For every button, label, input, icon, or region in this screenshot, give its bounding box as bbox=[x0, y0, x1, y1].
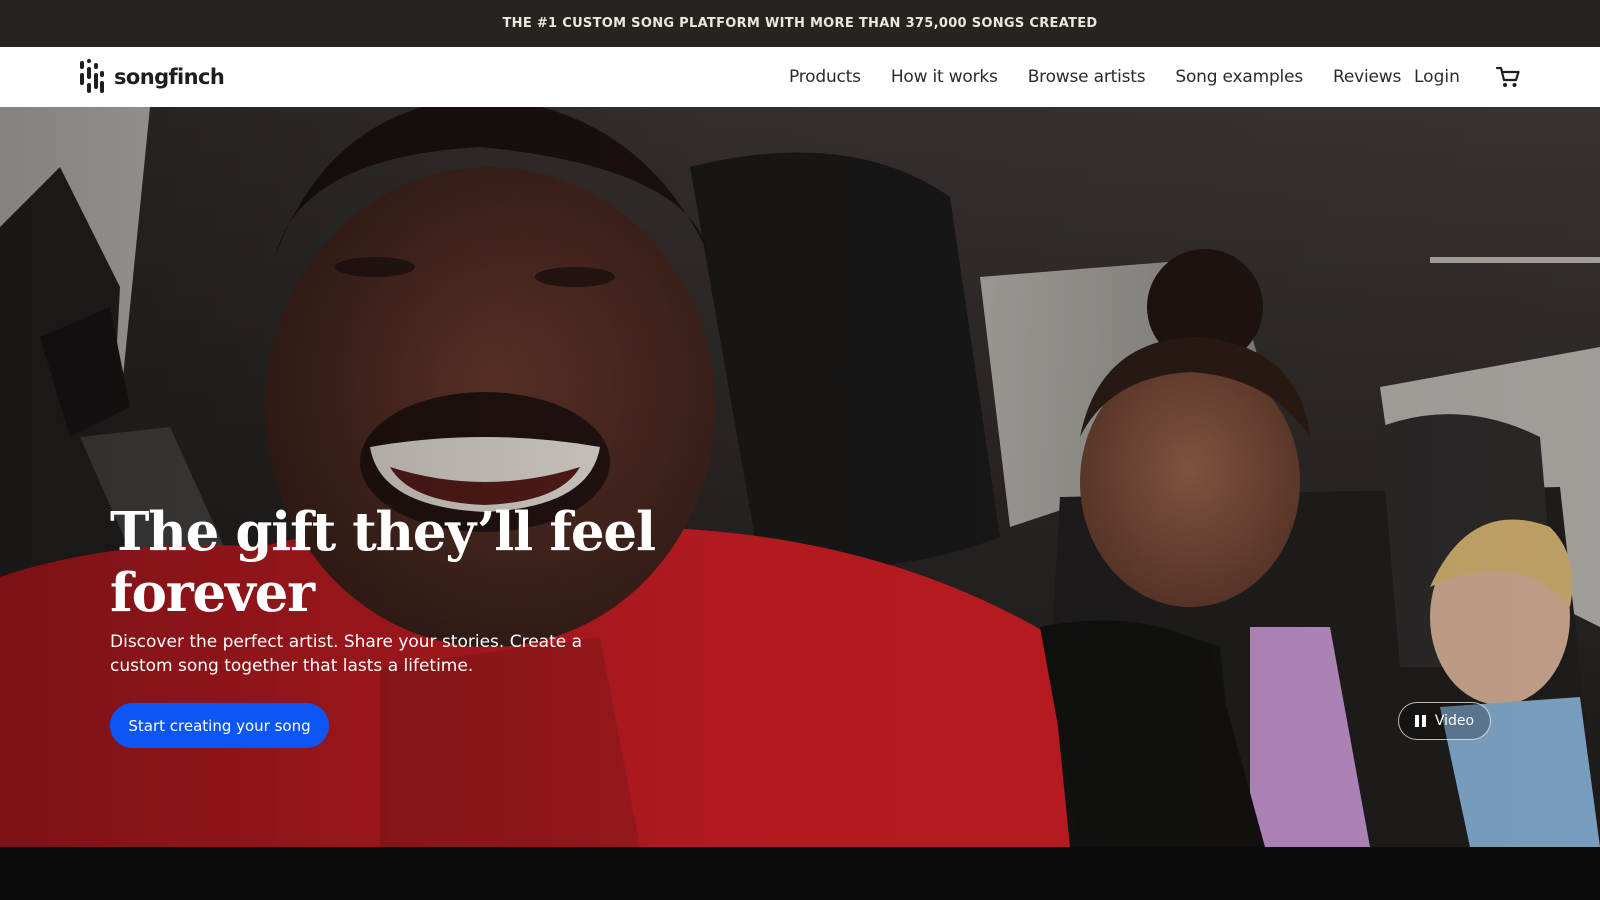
hero-headline: The gift they’ll feel forever bbox=[110, 501, 656, 624]
site-header: songfinch Products How it works Browse a… bbox=[0, 47, 1600, 107]
nav-how-it-works[interactable]: How it works bbox=[891, 67, 998, 87]
video-toggle-label: Video bbox=[1434, 713, 1475, 729]
login-link[interactable]: Login bbox=[1414, 47, 1460, 107]
hero-section: The gift they’ll feel forever Discover t… bbox=[0, 107, 1600, 847]
announcement-bar: THE #1 CUSTOM SONG PLATFORM WITH MORE TH… bbox=[0, 0, 1600, 47]
songfinch-logo[interactable]: songfinch bbox=[79, 59, 225, 95]
logo-mark-icon bbox=[80, 59, 104, 93]
logo-text: songfinch bbox=[114, 65, 225, 89]
hero-subtext: Discover the perfect artist. Share your … bbox=[110, 632, 583, 676]
nav-browse-artists[interactable]: Browse artists bbox=[1028, 67, 1146, 87]
start-creating-song-button[interactable]: Start creating your song bbox=[110, 703, 329, 748]
video-pause-toggle[interactable]: Video bbox=[1398, 702, 1491, 740]
nav-products[interactable]: Products bbox=[789, 67, 861, 87]
main-nav: Products How it works Browse artists Son… bbox=[789, 47, 1431, 107]
cart-icon[interactable] bbox=[1495, 64, 1521, 90]
nav-song-examples[interactable]: Song examples bbox=[1175, 67, 1303, 87]
announcement-text: THE #1 CUSTOM SONG PLATFORM WITH MORE TH… bbox=[502, 16, 1098, 31]
pause-icon bbox=[1414, 715, 1426, 727]
nav-reviews[interactable]: Reviews bbox=[1333, 67, 1401, 87]
next-section bbox=[0, 847, 1600, 900]
